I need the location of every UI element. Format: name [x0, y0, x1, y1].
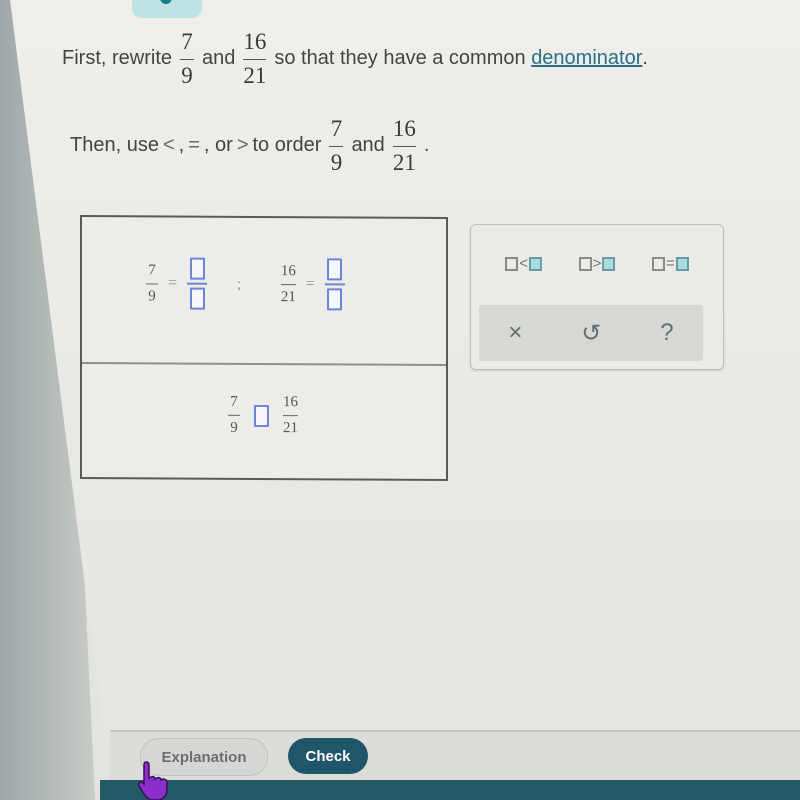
numerator: 7	[181, 29, 193, 54]
rewrite-row: 79 = ; 16 21 =	[82, 217, 446, 366]
denominator: 9	[148, 287, 156, 304]
equal-symbol: =	[188, 134, 200, 156]
numerator: 16	[392, 116, 416, 141]
fraction-16-21: 16 21	[243, 29, 267, 88]
denominator: 9	[230, 419, 238, 436]
less-than-symbol: <	[519, 255, 529, 272]
instruction-line-1: First, rewrite 79 and 16 21 so that they …	[62, 30, 648, 87]
denominator-link[interactable]: denominator	[531, 47, 642, 70]
fraction-16-21: 16 21	[280, 262, 296, 305]
denominator-input-1[interactable]	[189, 287, 205, 310]
numerator: 16	[283, 394, 298, 411]
denominator-input-2[interactable]	[327, 288, 343, 311]
numerator: 7	[148, 261, 156, 278]
period: .	[642, 47, 648, 69]
denominator: 9	[330, 150, 343, 175]
less-than-button[interactable]: <	[505, 255, 543, 272]
fraction-16-21: 16 21	[283, 394, 298, 437]
comparison-input[interactable]	[254, 404, 269, 427]
fraction-input-2	[324, 258, 345, 311]
fraction-7-9: 79	[146, 261, 158, 304]
instruction-text: Then, use	[70, 134, 159, 156]
numerator: 16	[243, 29, 267, 54]
numerator: 16	[280, 262, 296, 279]
math-palette: < > = × ↺ ?	[470, 224, 724, 370]
denominator: 9	[181, 63, 193, 88]
equal-button[interactable]: =	[651, 255, 689, 272]
collapse-tab[interactable]	[132, 0, 202, 18]
denominator: 21	[243, 63, 267, 88]
numerator-input-2[interactable]	[327, 258, 343, 281]
equals-sign: =	[305, 275, 315, 293]
greater-than-symbol: >	[592, 255, 602, 272]
instruction-text: and	[351, 134, 385, 156]
less-than-symbol: <	[162, 134, 175, 156]
instruction-text: First, rewrite	[62, 47, 172, 69]
numerator-input-1[interactable]	[189, 257, 205, 280]
greater-than-button[interactable]: >	[578, 255, 616, 272]
fraction-7-9: 79	[228, 393, 240, 436]
equals-sign: =	[168, 274, 178, 292]
comma: ,	[178, 134, 185, 156]
equal-symbol: =	[665, 255, 675, 272]
separator: ;	[237, 275, 241, 292]
help-icon[interactable]: ?	[660, 319, 673, 347]
fraction-input-1	[187, 257, 208, 310]
hand-cursor-icon	[138, 761, 168, 800]
numerator: 7	[230, 393, 238, 410]
denominator: 21	[392, 150, 416, 175]
fraction-16-21: 16 21	[392, 116, 416, 175]
chevron-down-icon	[160, 0, 172, 4]
period: .	[423, 134, 430, 156]
greater-than-symbol: >	[236, 134, 249, 156]
fraction-7-9: 79	[329, 116, 344, 175]
palette-tools: × ↺ ?	[479, 305, 703, 361]
compare-row: 79 16 21	[82, 364, 446, 479]
denominator: 21	[283, 420, 298, 437]
numerator: 7	[330, 116, 343, 141]
instruction-line-2: Then, use <, =, or > to order 79 and 16 2…	[70, 117, 429, 174]
comma: ,	[203, 134, 210, 156]
bottom-bar	[100, 780, 800, 800]
instruction-text: to order	[252, 134, 322, 156]
instruction-text: so that they have a common	[274, 47, 526, 69]
undo-icon[interactable]: ↺	[581, 319, 601, 348]
fraction-7-9: 79	[180, 30, 194, 87]
clear-icon[interactable]: ×	[508, 319, 522, 347]
check-button[interactable]: Check	[288, 738, 368, 774]
or-text: or	[215, 134, 233, 156]
denominator: 21	[280, 288, 296, 305]
answer-area: 79 = ; 16 21 = 79 16 21	[80, 215, 448, 481]
instruction-text: and	[202, 47, 236, 69]
